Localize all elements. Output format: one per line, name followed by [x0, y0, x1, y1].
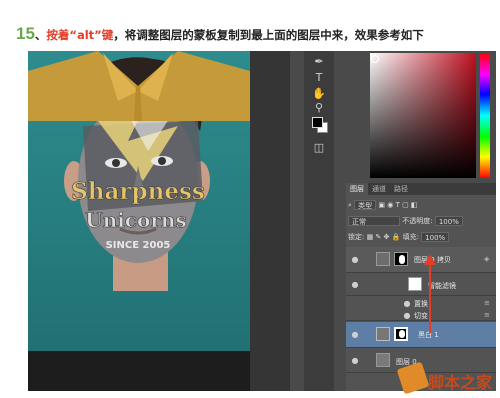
filter-search-icon: ⌕ [348, 201, 352, 209]
quick-mask-icon[interactable]: ◫ [310, 141, 328, 155]
step-separator: 、 [34, 28, 47, 42]
color-picker-marker[interactable] [371, 55, 379, 63]
filter-row: ⌕ 类型 ▣ ◉ T ▢ ◧ [348, 199, 494, 212]
pen-tool-icon[interactable]: ✒ [310, 55, 328, 69]
fill-label: 填充: [402, 233, 419, 241]
layer-fx-icon: ◈ [484, 255, 490, 263]
lock-row: 锁定: ▦ ✎ ✥ 🔒 填充: 100% [348, 231, 494, 244]
portrait-photo: Sharpness Unicorns SINCE 2005 [28, 51, 250, 351]
tab-layers[interactable]: 图层 [346, 183, 368, 195]
visibility-eye-icon[interactable]: ● [350, 280, 360, 289]
layer-thumbnail [376, 353, 390, 367]
instruction-header: 15、按着“alt”键，将调整图层的蒙板复制到最上面的图层中来，效果参考如下 [16, 24, 500, 44]
blend-row: 正常 不透明度: 100% [348, 215, 494, 228]
step-action: 按着“alt”键 [46, 28, 114, 42]
watermark: jb51.net 脚本之家 [396, 355, 498, 398]
mask-shape [399, 330, 405, 338]
layers-panel-tabs: 图层 通道 路径 [346, 183, 496, 195]
photoshop-screenshot: Sharpness Unicorns SINCE 2005 ✒ T ✋ ⚲ ◫ … [28, 51, 496, 391]
adjustment-layer-icon [376, 327, 390, 341]
shirt-graphic [28, 51, 250, 121]
face-text-1: Sharpness [71, 178, 205, 205]
lock-icons[interactable]: ▦ ✎ ✥ 🔒 [367, 233, 401, 241]
watermark-brand: 脚本之家 [428, 373, 493, 392]
toolbox: ✒ T ✋ ⚲ ◫ [304, 51, 334, 391]
filter-icons[interactable]: ▣ ◉ T ▢ ◧ [378, 201, 417, 209]
zoom-tool-icon[interactable]: ⚲ [310, 101, 328, 115]
type-tool-icon[interactable]: T [310, 71, 328, 85]
blend-mode-select[interactable]: 正常 [348, 216, 400, 226]
visibility-eye-icon[interactable]: ● [402, 299, 412, 308]
filter-options-icon[interactable]: ≡ [484, 311, 490, 319]
watermark-logo-icon [396, 361, 430, 395]
annotation-arrow-icon [424, 254, 436, 333]
hand-tool-icon[interactable]: ✋ [310, 87, 328, 101]
step-number: 15 [16, 24, 35, 43]
opacity-input[interactable]: 100% [434, 216, 463, 226]
face-text-3: SINCE 2005 [106, 240, 171, 251]
visibility-eye-icon[interactable]: ● [350, 330, 360, 339]
document-canvas[interactable]: Sharpness Unicorns SINCE 2005 [28, 51, 250, 391]
step-description: ，将调整图层的蒙板复制到最上面的图层中来，效果参考如下 [113, 28, 424, 42]
hue-slider[interactable] [480, 53, 490, 178]
opacity-label: 不透明度: [402, 217, 433, 225]
color-field[interactable] [370, 53, 476, 178]
visibility-eye-icon[interactable]: ● [350, 255, 360, 264]
layer-thumbnail [376, 252, 390, 266]
foreground-color-swatch[interactable] [312, 117, 323, 128]
face-text-2: Unicorns [85, 208, 186, 232]
layer-mask-thumbnail[interactable] [394, 327, 408, 341]
visibility-eye-icon[interactable]: ● [350, 356, 360, 365]
filter-kind-select[interactable]: 类型 [354, 200, 377, 210]
watermark-site: jb51.net [438, 355, 471, 365]
layer-mask-thumbnail[interactable] [394, 252, 408, 266]
filter-options-icon[interactable]: ≡ [484, 299, 490, 307]
tab-channels[interactable]: 通道 [368, 183, 390, 195]
fill-input[interactable]: 100% [421, 232, 450, 242]
tab-paths[interactable]: 路径 [390, 183, 412, 195]
visibility-eye-icon[interactable]: ● [402, 311, 412, 320]
panel-gutter [250, 51, 290, 391]
lock-label: 锁定: [348, 233, 365, 241]
mask-shape [399, 255, 405, 264]
